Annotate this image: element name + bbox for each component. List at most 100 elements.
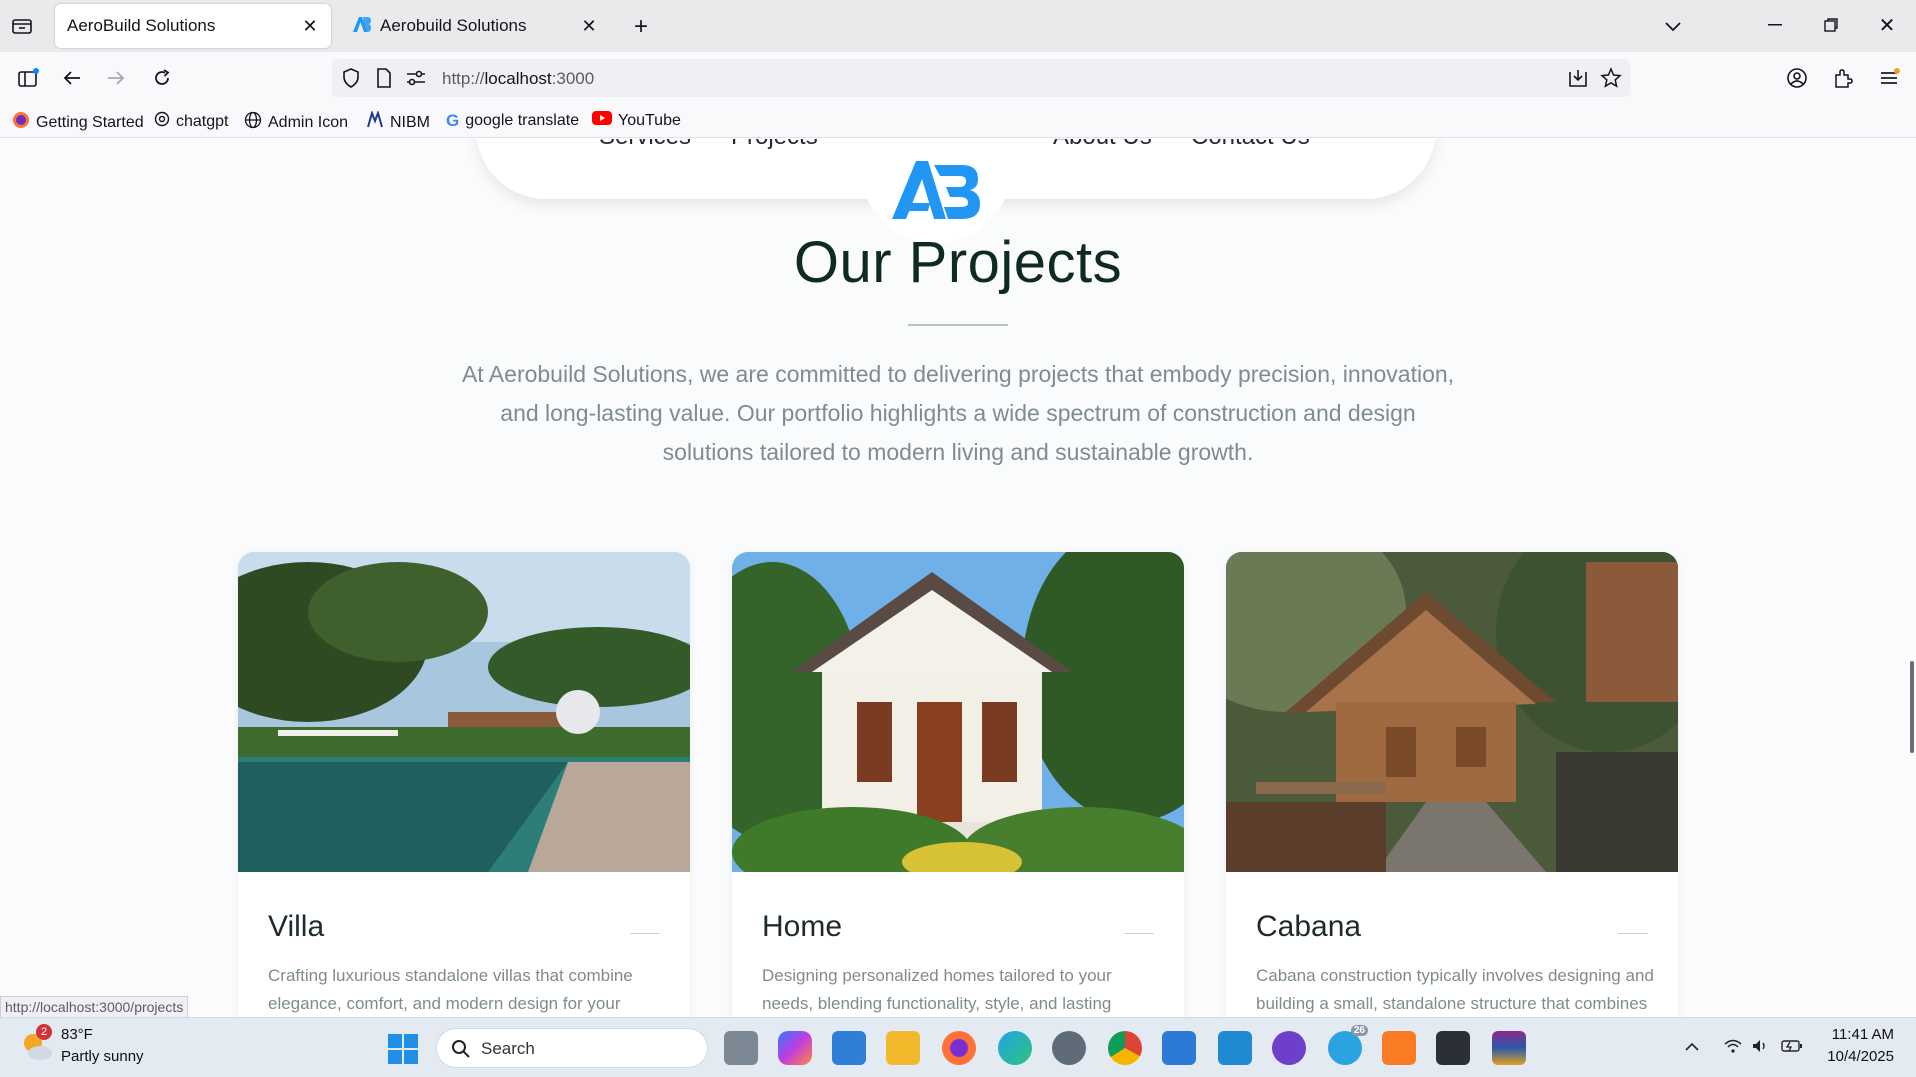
winrar-icon[interactable] (1492, 1031, 1526, 1065)
chrome-icon[interactable] (1108, 1031, 1142, 1065)
bookmark-label: chatgpt (176, 112, 229, 130)
close-tab-icon[interactable]: ✕ (578, 15, 600, 37)
start-icon[interactable] (388, 1034, 418, 1064)
clock-time[interactable]: 11:41 AM (1832, 1026, 1894, 1043)
tab-label: AeroBuild Solutions (67, 16, 216, 35)
close-window-icon[interactable]: ✕ (1872, 12, 1902, 38)
battery-icon[interactable] (1780, 1036, 1804, 1056)
tray-chevron-icon[interactable] (1682, 1036, 1702, 1056)
sidebar-icon[interactable] (14, 64, 42, 92)
tab-bar: AeroBuild Solutions ✕ Aerobuild Solution… (0, 0, 1916, 52)
project-description: Designing personalized homes tailored to… (762, 966, 1112, 1013)
account-icon[interactable] (1782, 64, 1812, 92)
weather-temperature: 83°F (61, 1026, 93, 1043)
page-viewport: Services Projects About Us Contact Us Ou… (0, 139, 1916, 1017)
xampp-icon[interactable] (1382, 1031, 1416, 1065)
bookmark-admin-icon[interactable]: Admin Icon (244, 111, 348, 134)
download-page-icon[interactable] (1568, 68, 1588, 93)
nav-link-about[interactable]: About Us (1053, 139, 1152, 151)
terminal-icon[interactable] (1436, 1031, 1470, 1065)
title-divider (908, 324, 1008, 326)
shield-icon[interactable] (342, 68, 360, 93)
page-icon[interactable] (376, 68, 392, 93)
menu-icon[interactable] (1874, 64, 1904, 92)
globe-icon (244, 111, 262, 134)
clock-date[interactable]: 10/4/2025 (1827, 1048, 1894, 1065)
youtube-icon (592, 111, 612, 130)
copilot-icon[interactable] (778, 1031, 812, 1065)
bookmark-chatgpt[interactable]: chatgpt (154, 111, 228, 132)
firefox-taskbar-icon[interactable] (942, 1031, 976, 1065)
project-title: Cabana (1256, 910, 1362, 943)
back-icon[interactable] (58, 64, 86, 92)
store-icon[interactable] (832, 1031, 866, 1065)
minimize-icon[interactable] (1760, 12, 1790, 38)
settings-icon[interactable] (1052, 1031, 1086, 1065)
search-icon (451, 1039, 471, 1064)
cabana-photo (1226, 552, 1678, 872)
scrollbar-thumb[interactable] (1910, 661, 1914, 753)
vscode-icon[interactable] (1218, 1031, 1252, 1065)
tab-label: Aerobuild Solutions (380, 16, 527, 35)
bookmark-label: NIBM (390, 113, 430, 131)
bookmark-label: google translate (465, 112, 580, 129)
project-card-home[interactable]: Home Designing personalized homes tailor… (732, 552, 1184, 1017)
weather-badge: 2 (36, 1024, 52, 1040)
project-title: Home (762, 910, 843, 943)
villa-photo (238, 552, 690, 872)
permissions-icon[interactable] (406, 70, 426, 91)
telegram-icon[interactable]: 26 (1328, 1025, 1368, 1065)
reload-icon[interactable] (148, 64, 176, 92)
edge-icon[interactable] (998, 1031, 1032, 1065)
task-view-icon[interactable] (724, 1031, 758, 1065)
close-tab-icon[interactable]: ✕ (299, 15, 321, 37)
tab-aerobuild[interactable]: Aerobuild Solutions ✕ (340, 4, 610, 48)
project-description: Cabana construction typically involves d… (1256, 966, 1654, 1013)
bookmark-nibm[interactable]: NIBM (366, 109, 430, 134)
nav-link-projects[interactable]: Projects (731, 139, 818, 151)
chevron-down-icon[interactable] (1660, 14, 1686, 40)
github-icon[interactable] (1272, 1031, 1306, 1065)
chatgpt-icon (154, 111, 170, 132)
bookmark-star-icon[interactable] (1600, 67, 1622, 94)
taskbar-search[interactable]: Search (436, 1028, 708, 1068)
forward-icon[interactable] (102, 64, 130, 92)
nibm-icon (366, 109, 384, 134)
aerobuild-favicon-icon (352, 15, 372, 38)
title-dash (630, 933, 660, 934)
extensions-icon[interactable] (1828, 64, 1858, 92)
title-dash (1618, 933, 1648, 934)
google-icon: G (446, 111, 460, 130)
project-card-cabana[interactable]: Cabana Cabana construction typically inv… (1226, 552, 1678, 1017)
url-prefix: http:// (442, 69, 485, 88)
section-intro: At Aerobuild Solutions, we are committed… (461, 361, 1455, 465)
project-card-villa[interactable]: Villa Crafting luxurious standalone vill… (238, 552, 690, 1017)
weather-description: Partly sunny (61, 1048, 144, 1065)
bookmark-getting-started[interactable]: Getting Started (12, 111, 144, 134)
tab-aerobuild-active[interactable]: AeroBuild Solutions ✕ (55, 4, 331, 48)
bookmark-label: Getting Started (36, 113, 144, 131)
tab-list-icon[interactable] (8, 14, 36, 38)
file-explorer-icon[interactable] (886, 1031, 920, 1065)
url-text[interactable]: http://localhost:3000 (442, 69, 594, 89)
volume-icon[interactable] (1750, 1036, 1772, 1056)
nav-link-contact[interactable]: Contact Us (1191, 139, 1310, 151)
home-photo (732, 552, 1184, 872)
bookmark-label: Admin Icon (268, 113, 349, 131)
ab-logo-icon (892, 161, 980, 219)
new-tab-icon[interactable]: + (628, 13, 654, 40)
bookmark-youtube[interactable]: YouTube (592, 111, 681, 130)
photos-icon[interactable] (1162, 1031, 1196, 1065)
nav-link-services[interactable]: Services (599, 139, 691, 151)
url-host: localhost (484, 69, 552, 88)
url-bar[interactable]: http://localhost:3000 (332, 59, 1630, 97)
site-logo[interactable] (860, 139, 1012, 243)
restore-icon[interactable] (1816, 12, 1846, 38)
nav-toolbar: http://localhost:3000 (0, 52, 1916, 104)
bookmark-google-translate[interactable]: G google translate (446, 111, 579, 131)
url-port: :3000 (551, 69, 595, 88)
status-link-preview: http://localhost:3000/projects (0, 996, 189, 1018)
wifi-icon[interactable] (1722, 1036, 1744, 1056)
section-title: Our Projects (793, 230, 1123, 295)
title-dash (1124, 933, 1154, 934)
